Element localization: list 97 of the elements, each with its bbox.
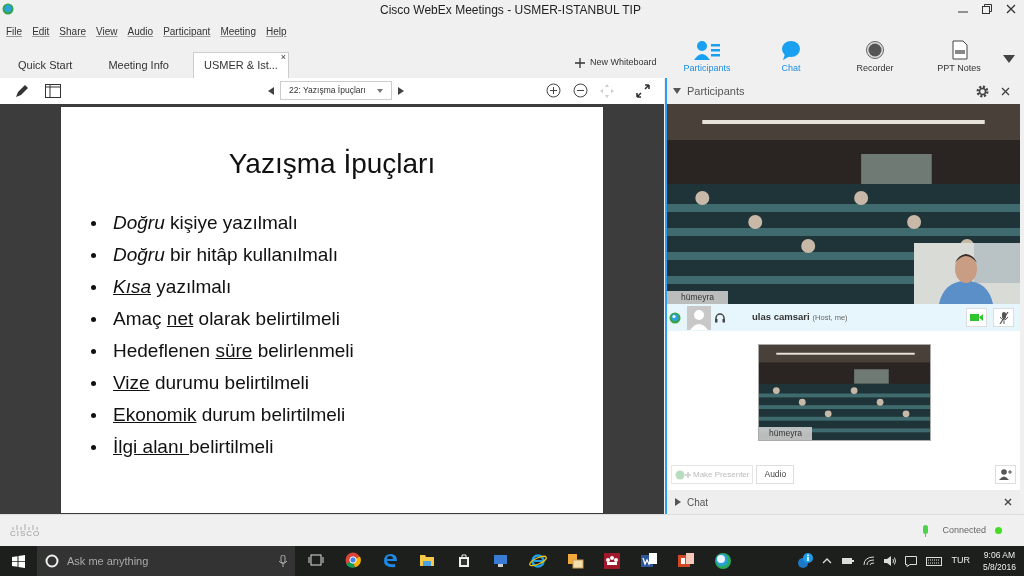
add-participant-button[interactable] bbox=[995, 465, 1016, 484]
muted-microphone-icon bbox=[998, 311, 1009, 324]
bullet-text: İlgi alanı belirtilmeli bbox=[113, 434, 274, 459]
bullet-text: Kısa yazılmalı bbox=[113, 274, 232, 299]
menu-item[interactable]: View bbox=[96, 23, 118, 39]
monitor-icon[interactable] bbox=[492, 552, 510, 570]
word-icon[interactable] bbox=[640, 552, 658, 570]
microphone-icon bbox=[279, 555, 287, 567]
tab[interactable]: USMER & Ist... × bbox=[192, 52, 289, 78]
previous-slide-icon[interactable] bbox=[268, 86, 274, 95]
menu-item[interactable]: Audio bbox=[127, 23, 154, 39]
wifi-icon[interactable] bbox=[863, 556, 876, 566]
settings-icon[interactable] bbox=[976, 84, 989, 98]
edge-browser-icon[interactable] bbox=[381, 552, 399, 570]
speaker-icon[interactable] bbox=[884, 556, 897, 566]
new-whiteboard-button[interactable]: New Whiteboard bbox=[575, 56, 657, 70]
close-icon[interactable] bbox=[1006, 4, 1016, 14]
slide-dropdown[interactable]: 22: Yazışma İpuçları bbox=[280, 81, 392, 100]
restore-icon[interactable] bbox=[982, 4, 992, 14]
fullscreen-icon[interactable] bbox=[636, 83, 650, 98]
search-field[interactable]: Ask me anything bbox=[37, 546, 295, 576]
toolbar-button[interactable]: Recorder bbox=[833, 40, 917, 76]
chrome-icon[interactable] bbox=[344, 552, 362, 570]
video-toggle-button[interactable] bbox=[966, 308, 987, 327]
bullet-icon bbox=[91, 220, 96, 226]
status-dot-icon bbox=[995, 527, 1002, 534]
bullet-text: Doğru kişiye yazılmalı bbox=[113, 210, 298, 235]
panel-layout-icon[interactable] bbox=[45, 84, 61, 98]
menu-item[interactable]: Edit bbox=[32, 23, 50, 39]
bullet-icon bbox=[91, 380, 96, 386]
menu-item[interactable]: Help bbox=[265, 23, 287, 39]
microphone-icon bbox=[923, 524, 929, 537]
close-icon[interactable] bbox=[1001, 86, 1010, 96]
internet-explorer-icon[interactable] bbox=[529, 552, 547, 570]
clock[interactable]: 9:06 AM 5/8/2016 bbox=[982, 549, 1016, 573]
caret-icon bbox=[377, 88, 383, 93]
dropdown-arrow-icon[interactable] bbox=[1003, 55, 1015, 63]
bullet-text: Ekonomik durum belirtilmeli bbox=[113, 402, 346, 427]
participants-icon bbox=[694, 40, 720, 61]
tab[interactable]: Meeting Info bbox=[90, 52, 187, 78]
windows-start-icon[interactable] bbox=[12, 554, 25, 568]
participant-name: ulas camsari bbox=[752, 311, 810, 323]
dropdown-value: 22: Yazışma İpuçları bbox=[289, 84, 366, 97]
bullet-icon bbox=[91, 348, 96, 354]
bullet-icon bbox=[91, 284, 96, 290]
chevron-up-icon[interactable] bbox=[822, 558, 833, 564]
cortana-circle-icon bbox=[45, 554, 59, 568]
tab[interactable]: Quick Start bbox=[0, 52, 91, 78]
slide-title: Yazışma İpuçları bbox=[227, 147, 437, 181]
bullet-text: Doğru bir hitâp kullanılmalı bbox=[113, 242, 338, 267]
bullet-icon bbox=[91, 316, 96, 322]
powerpoint-icon[interactable] bbox=[677, 552, 695, 570]
tab-close-button[interactable]: × bbox=[280, 53, 286, 62]
collapse-arrow-icon[interactable] bbox=[673, 88, 681, 94]
chat-panel-header[interactable]: Chat bbox=[667, 490, 1020, 514]
bullet-text: Hedeflenen süre belirlenmeli bbox=[113, 338, 354, 363]
connection-status: Connected bbox=[942, 523, 986, 537]
battery-icon[interactable] bbox=[841, 557, 855, 565]
bullet-text: Vize durumu belirtilmeli bbox=[113, 370, 310, 395]
menu-item[interactable]: Share bbox=[59, 23, 87, 39]
window-title: Cisco WebEx Meetings - USMER-ISTANBUL TIP bbox=[380, 2, 641, 19]
pencil-icon[interactable] bbox=[15, 84, 29, 98]
clock-time: 9:06 AM bbox=[983, 549, 1016, 561]
app-logo-icon bbox=[2, 3, 14, 15]
next-slide-icon[interactable] bbox=[398, 86, 404, 95]
zoom-out-icon[interactable] bbox=[573, 83, 588, 98]
keyboard-icon[interactable] bbox=[926, 556, 943, 566]
toolbar-button[interactable]: PPT Notes bbox=[917, 40, 1001, 76]
bullet-text: Amaç net olarak belirtilmeli bbox=[113, 306, 341, 331]
menu-item[interactable]: Participant bbox=[163, 23, 211, 39]
search-placeholder: Ask me anything bbox=[67, 553, 149, 569]
logo-text: CISCO bbox=[10, 529, 41, 538]
panel-title: Chat bbox=[687, 495, 709, 510]
presenter-ball-icon bbox=[669, 311, 681, 324]
zoom-in-icon[interactable] bbox=[546, 83, 561, 98]
close-icon bbox=[1004, 498, 1012, 506]
audio-button[interactable]: Audio bbox=[756, 465, 795, 484]
language-indicator[interactable]: TUR bbox=[951, 554, 970, 568]
notification-icon[interactable] bbox=[905, 555, 918, 567]
headset-icon bbox=[714, 311, 726, 324]
video-name-label: hümeyra bbox=[759, 427, 813, 440]
bullet-icon bbox=[91, 252, 96, 258]
mute-button[interactable] bbox=[993, 308, 1014, 327]
clock-date: 5/8/2016 bbox=[982, 561, 1016, 573]
add-person-icon bbox=[999, 469, 1012, 480]
cisco-logo-icon bbox=[12, 523, 39, 530]
collapsed-arrow-icon bbox=[675, 498, 681, 506]
avatar-icon bbox=[687, 305, 711, 330]
info-badge-icon[interactable] bbox=[797, 553, 814, 569]
menu-item[interactable]: Meeting bbox=[220, 23, 256, 39]
menu-item[interactable]: File bbox=[6, 23, 23, 39]
bullet-icon bbox=[91, 412, 96, 418]
panel-title: Participants bbox=[687, 83, 745, 99]
plus-icon bbox=[575, 57, 585, 68]
bullet-icon bbox=[91, 444, 96, 450]
camera-icon bbox=[970, 313, 983, 322]
presenter-ball-icon bbox=[675, 469, 691, 480]
